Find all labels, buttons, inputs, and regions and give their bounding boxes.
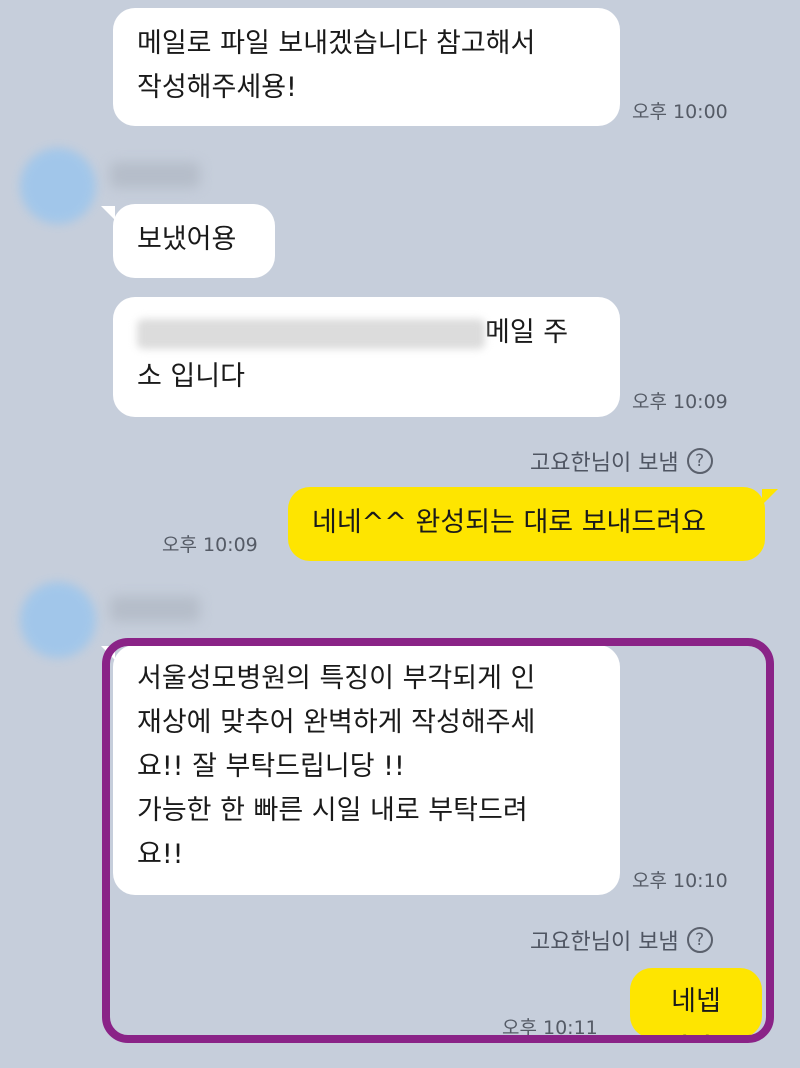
highlight-annotation-box	[102, 638, 774, 1043]
forwarded-by-label: 고요한님이 보냄	[530, 451, 679, 476]
sender-avatar[interactable]	[20, 148, 96, 224]
sender-name-blurred	[110, 162, 200, 188]
message-text: 메일 주	[485, 317, 569, 348]
message-bubble-outgoing[interactable]: 네네^^ 완성되는 대로 보내드려요	[288, 487, 765, 561]
message-bubble-incoming[interactable]: 보냈어용	[113, 204, 275, 278]
bubble-tail	[101, 206, 115, 220]
message-bubble-incoming[interactable]: 메일로 파일 보내겠습니다 참고해서 작성해주세용!	[113, 8, 620, 126]
forwarded-by-note: 고요한님이 보냄 ?	[530, 445, 713, 477]
message-bubble-incoming[interactable]: 메일 주 소 입니다	[113, 297, 620, 417]
message-text: 소 입니다	[137, 361, 245, 392]
message-time: 오후 10:09	[632, 391, 728, 413]
email-address-blurred	[137, 318, 485, 349]
sender-avatar[interactable]	[20, 582, 96, 658]
message-time: 오후 10:00	[632, 101, 728, 123]
bubble-tail	[762, 489, 778, 505]
sender-name-blurred	[110, 596, 200, 622]
message-time: 오후 10:09	[162, 534, 258, 556]
email-line: 메일 주	[137, 311, 596, 355]
question-circle-icon[interactable]: ?	[686, 448, 713, 474]
